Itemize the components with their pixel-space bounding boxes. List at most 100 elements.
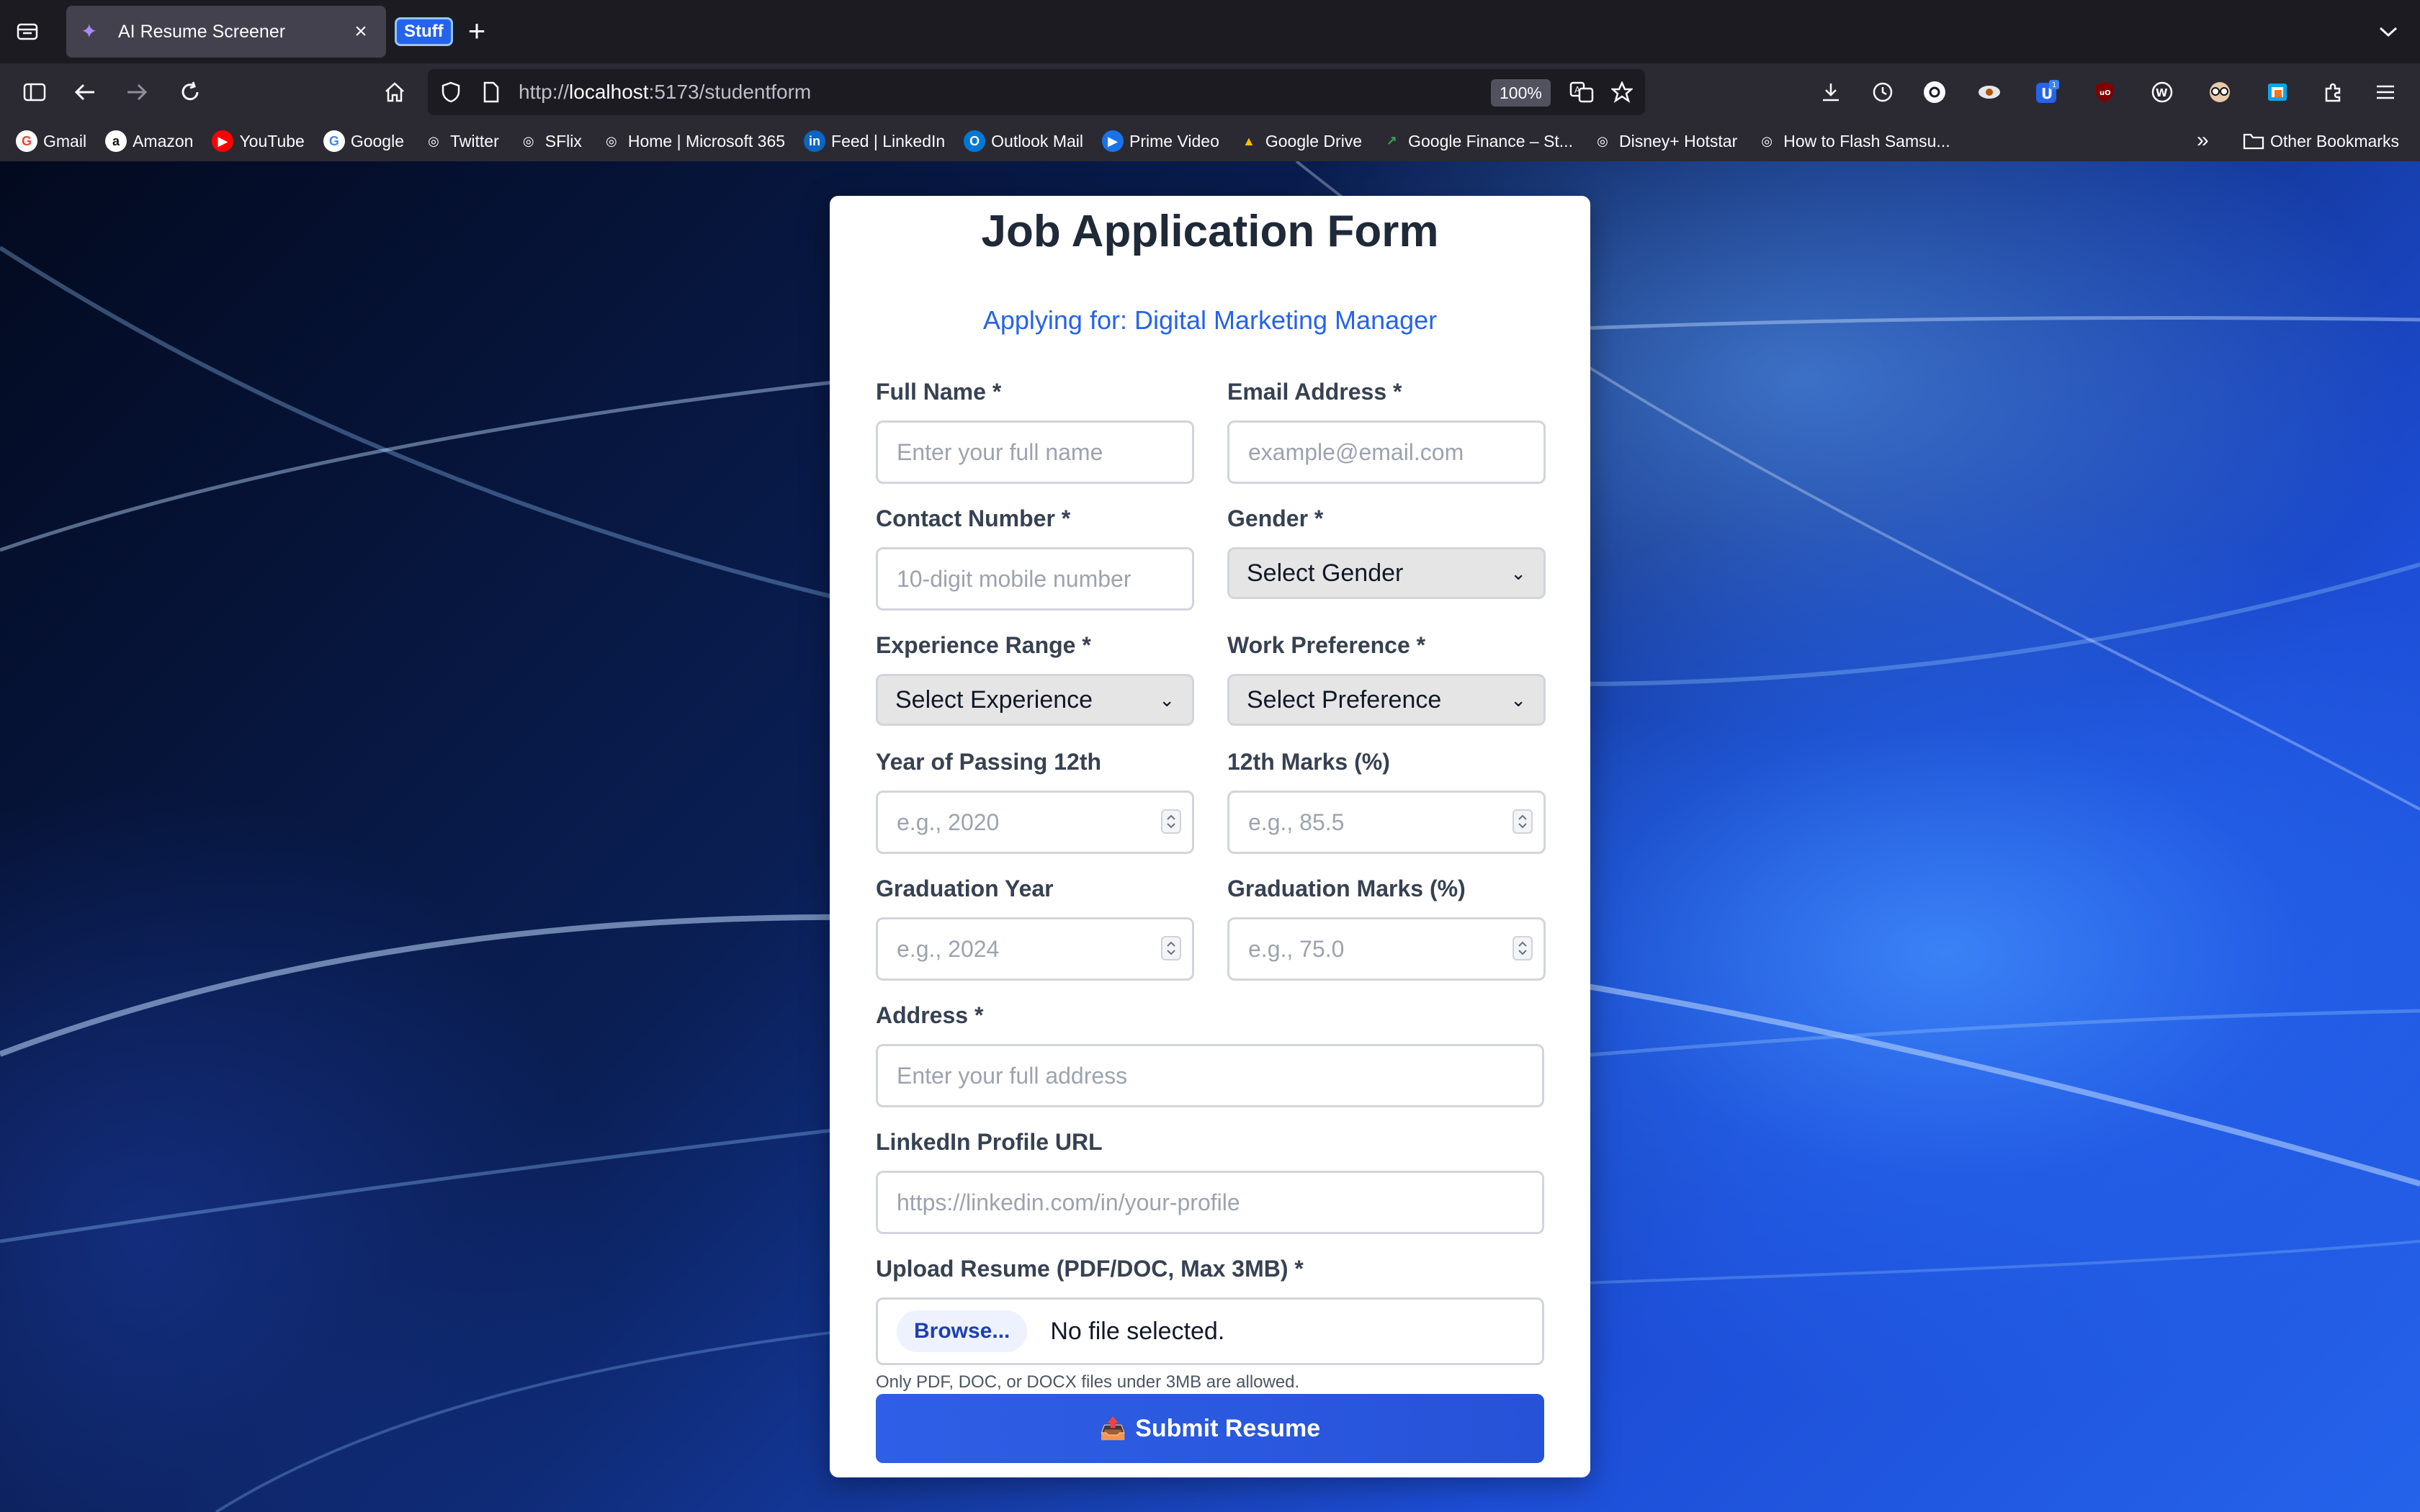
svg-text:1: 1 <box>2052 81 2056 89</box>
bookmark-label: Twitter <box>450 131 499 150</box>
spinner-icon[interactable] <box>1512 936 1533 960</box>
bookmark-favicon-icon: G <box>16 130 37 152</box>
spinner-icon[interactable] <box>1161 936 1181 960</box>
bookmark-item[interactable]: ↗ Google Finance – St... <box>1381 130 1573 152</box>
bookmark-star-icon[interactable] <box>1608 78 1636 107</box>
address-input[interactable] <box>876 1044 1544 1107</box>
zoom-level[interactable]: 100% <box>1491 79 1551 107</box>
bookmark-item[interactable]: ▲ Google Drive <box>1238 130 1362 152</box>
extension-o-icon[interactable] <box>1920 78 1949 107</box>
page-icon[interactable] <box>477 78 506 107</box>
reload-icon[interactable] <box>176 78 205 107</box>
tab-strip: ✦ AI Resume Screener × Stuff + <box>0 0 2420 63</box>
email-label: Email Address * <box>1227 379 1402 405</box>
double-chevron-icon[interactable]: » <box>2197 128 2209 153</box>
sparkle-icon: ✦ <box>81 20 98 42</box>
forward-arrow-icon[interactable] <box>122 78 151 107</box>
bookmark-label: Home | Microsoft 365 <box>627 131 786 150</box>
bookmark-item[interactable]: ▶ YouTube <box>212 130 305 152</box>
bookmark-item[interactable]: ◎ SFlix <box>518 130 582 152</box>
history-icon[interactable] <box>1868 78 1897 107</box>
ublock-icon[interactable]: uO <box>2090 78 2119 107</box>
bookmark-favicon-icon: G <box>323 130 345 152</box>
shield-icon[interactable] <box>436 78 465 107</box>
full-name-label: Full Name * <box>876 379 1002 405</box>
extension-image-icon[interactable] <box>2263 78 2292 107</box>
contact-label: Contact Number * <box>876 505 1071 531</box>
extension-w-icon[interactable]: W <box>2148 78 2177 107</box>
folder-icon <box>2243 133 2264 150</box>
grad-year-input[interactable] <box>876 917 1194 981</box>
hamburger-menu-icon[interactable] <box>2371 78 2400 107</box>
bookmark-item[interactable]: G Google <box>323 130 404 152</box>
extension-glasses-icon[interactable] <box>2205 78 2234 107</box>
bookmark-item[interactable]: ◎ Twitter <box>423 130 499 152</box>
email-input[interactable] <box>1227 420 1546 484</box>
bookmark-favicon-icon: ◎ <box>1761 133 1773 148</box>
marks12-label: 12th Marks (%) <box>1227 749 1390 775</box>
active-tab[interactable]: ✦ AI Resume Screener × <box>66 6 386 58</box>
tab-list-icon[interactable] <box>13 17 42 46</box>
url-text[interactable]: http://localhost:5173/studentform <box>519 69 811 115</box>
file-hint: Only PDF, DOC, or DOCX files under 3MB a… <box>876 1372 1300 1392</box>
bookmark-item[interactable]: in Feed | LinkedIn <box>804 130 945 152</box>
browser-window: ✦ AI Resume Screener × Stuff + http://lo… <box>0 0 2420 1512</box>
work-preference-select[interactable]: Select Preference ⌄ <box>1227 674 1546 726</box>
bookmark-item[interactable]: G Gmail <box>16 130 86 152</box>
bookmark-label: Amazon <box>133 131 194 150</box>
marks12-input[interactable] <box>1227 791 1546 854</box>
extension-eye-icon[interactable] <box>1975 78 2004 107</box>
bookmark-item[interactable]: O Outlook Mail <box>964 130 1083 152</box>
bookmark-favicon-icon: a <box>105 130 127 152</box>
application-form-card: Job Application Form Applying for: Digit… <box>830 196 1590 1477</box>
address-label: Address * <box>876 1002 984 1028</box>
full-name-input[interactable] <box>876 420 1194 484</box>
sidebar-toggle-icon[interactable] <box>20 78 49 107</box>
grad-marks-input[interactable] <box>1227 917 1546 981</box>
spinner-icon[interactable] <box>1512 809 1533 834</box>
experience-select[interactable]: Select Experience ⌄ <box>876 674 1194 726</box>
bookmark-item[interactable]: ◎ Home | Microsoft 365 <box>601 130 785 152</box>
new-tab-button[interactable]: + <box>461 16 493 48</box>
bookmark-item[interactable]: ▶ Prime Video <box>1102 130 1219 152</box>
spinner-icon[interactable] <box>1161 809 1181 834</box>
bookmark-favicon-icon: O <box>964 130 986 152</box>
outbox-tray-icon: 📤 <box>1099 1416 1127 1441</box>
browse-button[interactable]: Browse... <box>897 1310 1028 1352</box>
extension-u-icon[interactable]: U1 <box>2033 78 2061 107</box>
contact-input[interactable] <box>876 547 1194 611</box>
bookmark-label: Google Finance – St... <box>1408 131 1573 150</box>
svg-text:W: W <box>2156 86 2168 99</box>
bookmark-item[interactable]: ◎ How to Flash Samsu... <box>1756 130 1950 152</box>
submit-label: Submit Resume <box>1135 1414 1321 1442</box>
grad-marks-label: Graduation Marks (%) <box>1227 876 1466 901</box>
chevron-down-icon: ⌄ <box>1510 562 1526 584</box>
extensions-puzzle-icon[interactable] <box>2319 78 2348 107</box>
submit-resume-button[interactable]: 📤 Submit Resume <box>876 1394 1544 1463</box>
grad-year-label: Graduation Year <box>876 876 1054 901</box>
bookmark-label: Prime Video <box>1129 131 1219 150</box>
tab-group-label[interactable]: Stuff <box>395 17 453 46</box>
bookmark-item[interactable]: ◎ Disney+ Hotstar <box>1592 130 1737 152</box>
other-bookmarks[interactable]: Other Bookmarks <box>2243 121 2399 161</box>
close-tab-icon[interactable]: × <box>350 21 372 42</box>
work-preference-select-value: Select Preference <box>1247 685 1442 714</box>
linkedin-label: LinkedIn Profile URL <box>876 1129 1103 1155</box>
bookmark-label: How to Flash Samsu... <box>1783 131 1950 150</box>
home-icon[interactable] <box>380 78 409 107</box>
address-bar[interactable]: http://localhost:5173/studentform 100% A <box>428 69 1645 115</box>
bookmark-item[interactable]: a Amazon <box>105 130 193 152</box>
translate-icon[interactable]: A <box>1567 78 1596 107</box>
resume-file-input[interactable]: Browse... No file selected. <box>876 1297 1544 1365</box>
linkedin-input[interactable] <box>876 1171 1544 1234</box>
bookmark-label: Google Drive <box>1265 131 1363 150</box>
back-arrow-icon[interactable] <box>71 78 99 107</box>
chevron-down-icon: ⌄ <box>1510 688 1526 711</box>
experience-select-value: Select Experience <box>895 685 1093 714</box>
downloads-icon[interactable] <box>1816 78 1845 107</box>
navigation-bar: http://localhost:5173/studentform 100% A… <box>0 63 2420 121</box>
gender-select[interactable]: Select Gender ⌄ <box>1227 547 1546 599</box>
chevron-down-icon[interactable] <box>2374 17 2403 46</box>
grad-year-field <box>876 917 1194 981</box>
year12-input[interactable] <box>876 791 1194 854</box>
